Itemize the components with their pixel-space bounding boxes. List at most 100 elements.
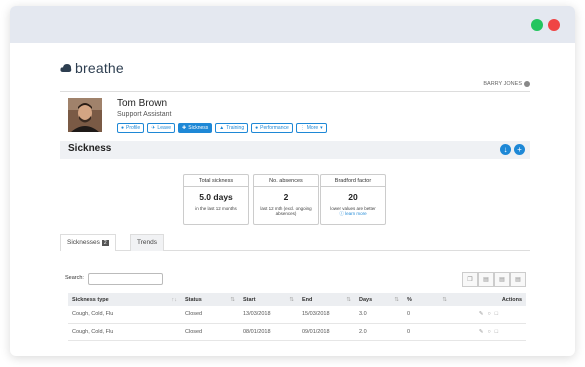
profile-tabs: ● Profile ✈ Leave ✚ Sickness ▲ Training … xyxy=(117,123,327,133)
section-title: Sickness xyxy=(68,143,112,154)
page-content: breathe BARRY JONES Tom Brown Support As… xyxy=(10,43,575,356)
sickness-table: Sickness type ↑↓ Status ⇅ Start ⇅ End ⇅ Days… xyxy=(68,293,526,341)
column-header: Actions xyxy=(451,293,526,306)
edit-icon[interactable]: ✎ xyxy=(479,329,484,335)
sort-icon: ⇅ xyxy=(289,296,294,303)
table-row[interactable]: Cough, Cold, Flu Closed 13/03/2018 15/03… xyxy=(68,306,526,324)
pdf-button[interactable]: ▤ xyxy=(510,272,526,287)
learn-more-link[interactable]: ⓘ learn more xyxy=(321,211,385,217)
logo[interactable]: breathe xyxy=(60,60,124,76)
stat-label: Bradford factor xyxy=(321,175,385,187)
person-photo-icon xyxy=(68,98,102,132)
cell-percent: 0 xyxy=(403,306,451,324)
tab-label: Performance xyxy=(260,125,289,131)
excel-button[interactable]: ▤ xyxy=(494,272,510,287)
column-header[interactable]: Sickness type ↑↓ xyxy=(68,293,181,306)
employee-role: Support Assistant xyxy=(117,111,172,118)
user-menu-label: BARRY JONES xyxy=(483,81,522,87)
file-pdf-icon: ▤ xyxy=(515,277,521,283)
stat-value: 2 xyxy=(283,192,289,202)
plus-icon: + xyxy=(517,145,522,154)
window-titlebar xyxy=(10,6,575,43)
tab-profile[interactable]: ● Profile xyxy=(117,123,145,133)
learn-more-label: learn more xyxy=(345,211,367,216)
cell-type: Cough, Cold, Flu xyxy=(68,306,181,324)
cell-percent: 0 xyxy=(403,323,451,341)
user-menu[interactable]: BARRY JONES xyxy=(483,81,530,87)
column-label: Sickness type xyxy=(72,296,109,303)
column-label: Start xyxy=(243,296,256,303)
cell-actions: ✎ ○ □ xyxy=(451,323,526,341)
user-avatar-icon xyxy=(524,81,530,87)
table-row[interactable]: Cough, Cold, Flu Closed 08/01/2018 09/01… xyxy=(68,323,526,341)
close-button[interactable] xyxy=(548,19,560,31)
column-header[interactable]: Status ⇅ xyxy=(181,293,239,306)
plane-icon: ✈ xyxy=(151,125,156,131)
sort-asc-icon: ↑↓ xyxy=(171,296,178,303)
subtabs: Sicknesses 2 Trends xyxy=(60,234,530,251)
tab-label: Leave xyxy=(157,125,172,131)
tab-sicknesses[interactable]: Sicknesses 2 xyxy=(60,234,116,251)
sort-icon: ⇅ xyxy=(230,296,235,303)
column-header[interactable]: Days ⇅ xyxy=(355,293,403,306)
csv-button[interactable]: ▤ xyxy=(478,272,494,287)
cell-end: 09/01/2018 xyxy=(298,323,355,341)
stat-label: No. absences xyxy=(254,175,318,187)
file-csv-icon: ▤ xyxy=(483,277,489,283)
edit-icon[interactable]: ✎ xyxy=(479,311,484,317)
stat-total-sickness: Total sickness 5.0 days in the last 12 m… xyxy=(183,174,249,225)
add-sickness-button[interactable]: + xyxy=(514,144,525,155)
sort-icon: ⇅ xyxy=(394,296,399,303)
tab-training[interactable]: ▲ Training xyxy=(215,123,249,133)
delete-icon[interactable]: □ xyxy=(495,329,498,335)
delete-icon[interactable]: □ xyxy=(495,311,498,317)
stat-value: 5.0 days xyxy=(199,192,233,202)
stat-label: Total sickness xyxy=(184,175,248,187)
tab-more[interactable]: ⋮ More ▾ xyxy=(295,123,327,133)
cell-actions: ✎ ○ □ xyxy=(451,306,526,324)
download-button[interactable]: ↓ xyxy=(500,144,511,155)
cell-days: 2.0 xyxy=(355,323,403,341)
tab-label: Profile xyxy=(126,125,141,131)
tab-performance[interactable]: ● Performance xyxy=(251,123,293,133)
comment-icon[interactable]: ○ xyxy=(487,311,490,317)
tab-sickness[interactable]: ✚ Sickness xyxy=(178,123,213,133)
column-header[interactable]: End ⇅ xyxy=(298,293,355,306)
cell-status: Closed xyxy=(181,323,239,341)
column-label: Status xyxy=(185,296,202,303)
user-icon: ● xyxy=(121,125,125,131)
employee-avatar xyxy=(68,98,102,132)
grad-cap-icon: ▲ xyxy=(219,125,225,131)
tab-trends[interactable]: Trends xyxy=(130,234,164,251)
maximize-button[interactable] xyxy=(531,19,543,31)
column-header[interactable]: Start ⇅ xyxy=(239,293,298,306)
stat-sub: in the last 12 months xyxy=(195,206,237,211)
section-header: Sickness ↓ + xyxy=(60,141,530,159)
tab-label: More xyxy=(306,125,319,131)
column-label: % xyxy=(407,296,412,303)
copy-button[interactable]: ❐ xyxy=(462,272,478,287)
search-input[interactable] xyxy=(88,273,163,285)
count-badge: 2 xyxy=(101,240,109,246)
download-icon: ↓ xyxy=(503,145,508,154)
column-header[interactable]: % ⇅ xyxy=(403,293,451,306)
tab-label: Trends xyxy=(137,239,157,246)
cell-start: 08/01/2018 xyxy=(239,323,298,341)
tab-label: Sickness xyxy=(188,125,209,131)
tab-leave[interactable]: ✈ Leave xyxy=(147,123,176,133)
cell-end: 15/03/2018 xyxy=(298,306,355,324)
employee-name: Tom Brown xyxy=(117,98,168,109)
users-icon: ● xyxy=(255,125,259,131)
comment-icon[interactable]: ○ xyxy=(487,329,490,335)
more-icon: ⋮ xyxy=(299,125,305,131)
stat-bradford-factor: Bradford factor 20 lower values are bett… xyxy=(320,174,386,225)
cell-type: Cough, Cold, Flu xyxy=(68,323,181,341)
tab-label: Sicknesses xyxy=(67,239,100,246)
stat-no-absences: No. absences 2 last 12 mth (excl. ongoin… xyxy=(253,174,319,225)
cell-days: 3.0 xyxy=(355,306,403,324)
column-label: Days xyxy=(359,296,373,303)
cell-start: 13/03/2018 xyxy=(239,306,298,324)
chevron-down-icon: ▾ xyxy=(320,125,323,131)
column-label: End xyxy=(302,296,313,303)
copy-icon: ❐ xyxy=(467,277,473,283)
